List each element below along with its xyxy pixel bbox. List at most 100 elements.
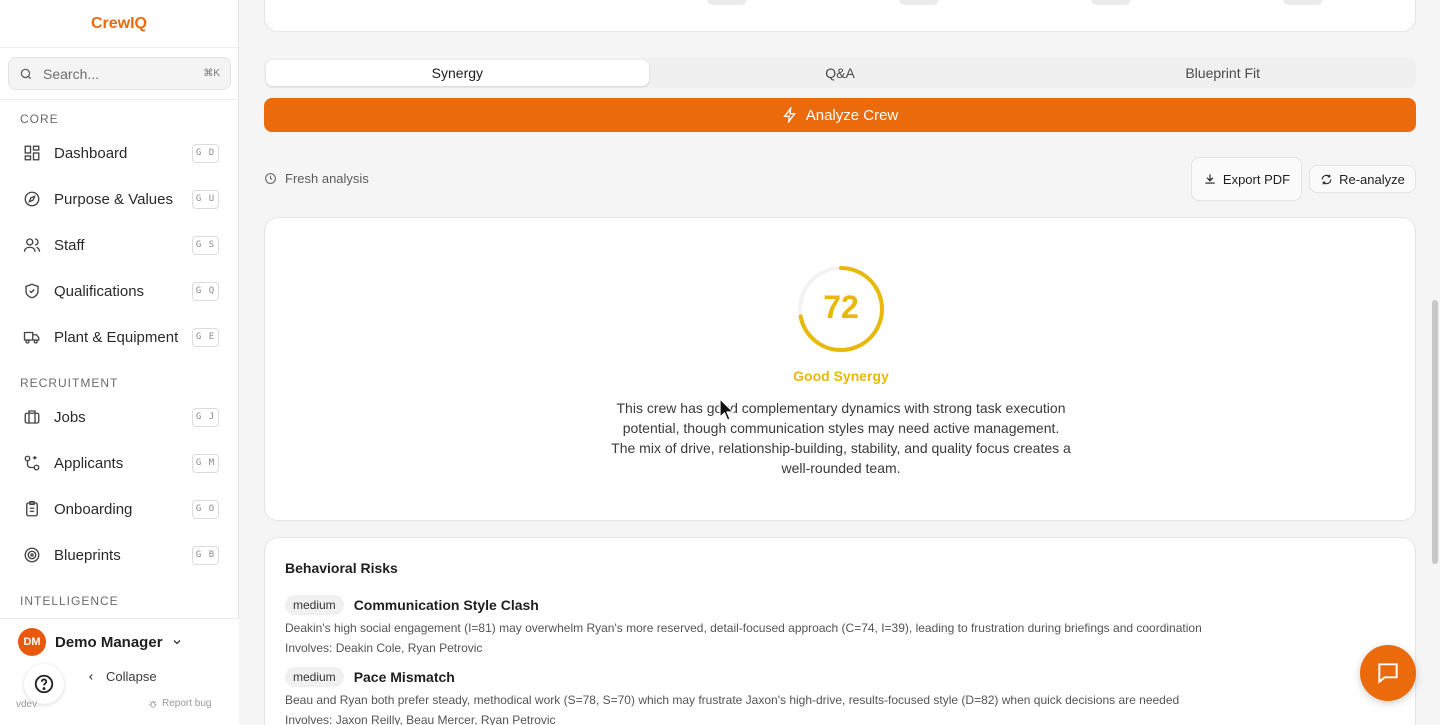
sidebar-item-label: Jobs: [54, 408, 86, 426]
export-pdf-button[interactable]: Export PDF: [1191, 157, 1302, 201]
shortcut-key: G O: [192, 499, 219, 519]
sidebar-item-label: Applicants: [54, 454, 124, 472]
report-bug-label: Report bug: [162, 698, 212, 709]
reanalyze-button[interactable]: Re-analyze: [1309, 165, 1416, 193]
workflow-icon: [22, 453, 42, 473]
risk-item: medium Pace Mismatch Beau and Ryan both …: [285, 667, 1385, 725]
section-recruitment: RECRUITMENT: [20, 376, 119, 390]
chevron-left-icon: [89, 673, 93, 680]
collapse-button[interactable]: Collapse: [86, 669, 157, 684]
mouse-cursor-icon: [719, 398, 735, 421]
truck-icon: [22, 327, 42, 347]
help-button[interactable]: [24, 664, 64, 704]
export-label: Export PDF: [1222, 171, 1291, 187]
report-bug-link[interactable]: Report bug: [148, 698, 211, 709]
sidebar-item-label: Qualifications: [54, 282, 145, 300]
placeholder-pill: [1091, 0, 1131, 5]
clipboard-icon: [22, 499, 42, 519]
app-logo[interactable]: CrewIQ: [0, 0, 238, 48]
tab-blueprint-fit[interactable]: Blueprint Fit: [1031, 60, 1414, 86]
status-text: Fresh analysis: [285, 171, 369, 186]
risk-involves: Involves: Jaxon Reilly, Beau Mercer, Rya…: [285, 713, 556, 725]
search-box[interactable]: Search... ⌘K: [8, 57, 231, 90]
risk-item: medium Communication Style Clash Deakin'…: [285, 595, 1385, 655]
analysis-status: Fresh analysis: [264, 171, 369, 186]
chat-button[interactable]: [1360, 645, 1416, 701]
top-card: [264, 0, 1416, 32]
target-icon: [22, 545, 42, 565]
severity-badge: medium: [285, 595, 344, 615]
placeholder-pill: [707, 0, 747, 5]
reanalyze-label: Re-analyze: [1339, 171, 1405, 187]
search-input[interactable]: Search...: [43, 66, 203, 82]
main-content: Synergy Q&A Blueprint Fit Analyze Crew F…: [240, 0, 1440, 725]
users-icon: [22, 235, 42, 255]
sidebar-item-blueprints[interactable]: Blueprints G B: [14, 537, 225, 573]
section-intelligence: INTELLIGENCE: [20, 594, 119, 608]
analysis-tabs: Synergy Q&A Blueprint Fit: [264, 58, 1416, 88]
collapse-label: Collapse: [106, 669, 157, 684]
placeholder-pill: [899, 0, 939, 5]
shield-check-icon: [22, 281, 42, 301]
synergy-score-card: 72 Good Synergy This crew has good compl…: [264, 217, 1416, 521]
shortcut-key: G E: [192, 327, 219, 347]
bug-icon: [149, 700, 157, 708]
user-menu[interactable]: DM Demo Manager: [18, 628, 183, 656]
synergy-rating: Good Synergy: [793, 368, 889, 384]
sidebar-item-label: Blueprints: [54, 546, 121, 564]
clock-icon: [265, 173, 276, 184]
sidebar-item-jobs[interactable]: Jobs G J: [14, 399, 225, 435]
sidebar-item-applicants[interactable]: Applicants G M: [14, 445, 225, 481]
shortcut-key: G S: [192, 235, 219, 255]
sidebar-item-staff[interactable]: Staff G S: [14, 227, 225, 263]
sidebar-item-purpose-values[interactable]: Purpose & Values G U: [14, 181, 225, 217]
risk-description: Beau and Ryan both prefer steady, method…: [285, 693, 1180, 707]
sidebar: CrewIQ Search... ⌘K CORE Dashboard G D P…: [0, 0, 239, 725]
tab-qa[interactable]: Q&A: [649, 60, 1032, 86]
risks-title: Behavioral Risks: [285, 560, 398, 576]
severity-badge: medium: [285, 667, 344, 687]
shortcut-key: G M: [192, 453, 219, 473]
placeholder-pill: [1283, 0, 1323, 5]
sidebar-item-onboarding[interactable]: Onboarding G O: [14, 491, 225, 527]
scrollbar-thumb[interactable]: [1432, 300, 1438, 564]
sidebar-item-label: Dashboard: [54, 144, 128, 162]
sidebar-item-label: Plant & Equipment: [54, 328, 179, 346]
sidebar-item-qualifications[interactable]: Qualifications G Q: [14, 273, 225, 309]
sidebar-item-label: Purpose & Values: [54, 190, 173, 208]
avatar: DM: [18, 628, 46, 656]
refresh-icon: [1321, 174, 1332, 184]
download-icon: [1205, 174, 1215, 184]
lightning-icon: [783, 107, 796, 123]
user-name: Demo Manager: [55, 633, 163, 651]
behavioral-risks-card: Behavioral Risks medium Communication St…: [264, 537, 1416, 725]
briefcase-icon: [22, 407, 42, 427]
shortcut-key: G Q: [192, 281, 219, 301]
risk-involves: Involves: Deakin Cole, Ryan Petrovic: [285, 641, 483, 655]
sidebar-footer: DM Demo Manager Collapse vdev Report bug: [0, 618, 239, 725]
sidebar-item-label: Onboarding: [54, 500, 133, 518]
synergy-score: 72: [823, 289, 859, 325]
analyze-crew-button[interactable]: Analyze Crew: [264, 98, 1416, 132]
shortcut-key: G J: [192, 407, 219, 427]
help-icon: [34, 674, 54, 694]
search-shortcut: ⌘K: [203, 68, 220, 79]
chevron-down-icon: [173, 640, 180, 645]
tab-synergy[interactable]: Synergy: [266, 60, 649, 86]
compass-icon: [22, 189, 42, 209]
sidebar-item-dashboard[interactable]: Dashboard G D: [14, 135, 225, 171]
risk-name: Pace Mismatch: [353, 669, 455, 685]
sidebar-item-plant-equipment[interactable]: Plant & Equipment G E: [14, 319, 225, 355]
sidebar-item-label: Staff: [54, 236, 85, 254]
search-icon: [20, 68, 32, 79]
chat-icon: [1378, 663, 1398, 684]
section-core: CORE: [20, 112, 59, 126]
shortcut-key: G B: [192, 545, 219, 565]
risk-description: Deakin's high social engagement (I=81) m…: [285, 621, 1202, 635]
risk-name: Communication Style Clash: [353, 597, 539, 613]
analyze-label: Analyze Crew: [805, 106, 899, 124]
nav-divider: [0, 99, 239, 100]
version-label: vdev: [16, 699, 38, 710]
grid-icon: [22, 143, 42, 163]
synergy-summary: This crew has good complementary dynamic…: [611, 400, 1071, 476]
